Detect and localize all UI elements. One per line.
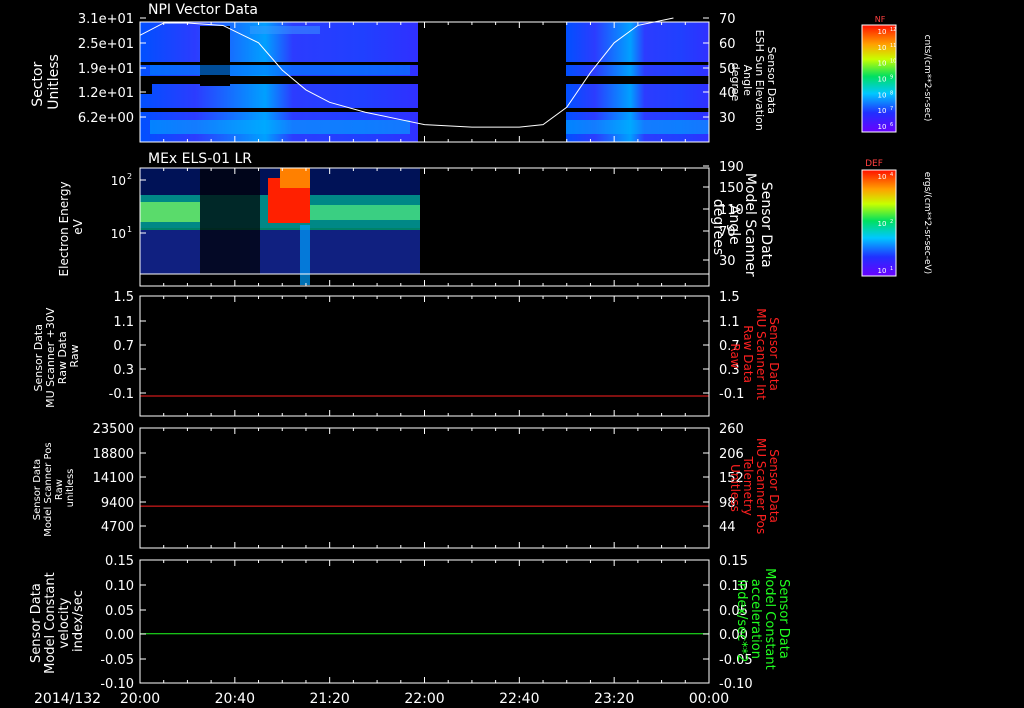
time-tick-label: 22:00 — [404, 691, 444, 707]
colorbar-tick-exponent: 12 — [890, 27, 896, 33]
colorbar-tick-label: 10 — [878, 60, 887, 68]
panel-const-left-label: Sensor Data Model Constant velocity inde… — [29, 568, 86, 674]
colorbar-tick-label: 10 — [878, 44, 887, 52]
time-tick-label: 20:00 — [120, 691, 160, 707]
panel-els-left-label: Electron Energy eV — [57, 178, 85, 277]
right-tick-label: 190 — [719, 160, 744, 175]
left-tick-label: 1.5 — [113, 290, 134, 305]
left-tick-label: 0.05 — [105, 604, 134, 619]
colorbar-tick-label: 10 — [878, 173, 887, 181]
left-tick-label: 1.1 — [113, 315, 134, 330]
left-tick-label: 1.9e+01 — [78, 62, 134, 77]
time-axis: 2014/132 20:00 20:40 21:20 22:00 22:40 23:20 0… — [34, 691, 729, 707]
left-tick-label: 0.10 — [105, 579, 134, 594]
right-tick-label: -0.1 — [719, 387, 744, 402]
left-tick-label: 2.5e+01 — [78, 37, 134, 52]
left-tick-label: 10 — [111, 227, 126, 241]
panel-const: 0.150.100.050.00-0.05-0.100.150.100.050.… — [29, 554, 791, 692]
date-label: 2014/132 — [34, 691, 101, 707]
colorbar-def: DEF 10 410 210 1 ergs/(cm**2-sr-sec-eV) — [861, 159, 932, 277]
colorbar-tick-exponent: 9 — [890, 75, 893, 81]
colorbar-tick-label: 10 — [878, 123, 887, 131]
panel-mu30v-frame — [139, 295, 710, 417]
left-tick-label: 10 — [111, 174, 126, 188]
time-tick-label: 23:20 — [594, 691, 634, 707]
colorbar-tick-label: 10 — [878, 76, 887, 84]
left-tick-label: 9400 — [101, 496, 134, 511]
left-tick-label: -0.05 — [100, 653, 134, 668]
time-tick-label: 20:40 — [215, 691, 255, 707]
colorbar-tick-exponent: 8 — [890, 90, 893, 96]
colorbar-def-title: DEF — [865, 159, 883, 169]
left-tick-exponent: 2 — [127, 172, 132, 181]
time-tick-label: 00:00 — [689, 691, 729, 707]
time-tick-label: 22:40 — [499, 691, 539, 707]
panel-const-right-label: Sensor Data Model Constant acceleration … — [734, 568, 791, 674]
panel-npi-right-label: Sensor Data ESH Sun Elevation Angle degr… — [729, 30, 778, 135]
left-tick-label: 1.2e+01 — [78, 86, 134, 101]
colorbar-tick-label: 10 — [878, 107, 887, 115]
right-tick-label: 206 — [719, 447, 744, 462]
colorbar-tick-exponent: 7 — [890, 106, 893, 112]
right-tick-label: 70 — [719, 12, 736, 27]
panel-npi-left-label: Sector Unitless — [30, 54, 62, 110]
colorbar-tick-exponent: 6 — [890, 122, 893, 128]
colorbar-tick-exponent: 4 — [890, 172, 893, 178]
colorbar-nf-unit: cnts/(cm**2-sr-sec) — [922, 35, 932, 122]
colorbar-nf: NF 10 1210 1110 1010 910 810 710 6 cnts/(cm**2-… — [861, 15, 932, 133]
panel-const-frame — [139, 559, 710, 684]
left-tick-label: 6.2e+00 — [78, 111, 134, 126]
colorbar-tick-label: 10 — [878, 267, 887, 275]
colorbar-tick-label: 10 — [878, 91, 887, 99]
left-tick-label: -0.10 — [100, 677, 134, 692]
plot-canvas: NPI Vector Data 3.1e+01 2.5e+01 1.9e+01 1.2… — [29, 2, 932, 707]
left-tick-label: -0.1 — [109, 387, 134, 402]
panel-scanpos: 235001880014100940047002602061529844 Sen… — [32, 422, 781, 549]
colorbar-tick-exponent: 1 — [890, 266, 893, 272]
panel-els: MEx ELS-01 LR 10 210 11901501107030 Electr… — [57, 151, 774, 287]
colorbar-nf-title: NF — [875, 15, 886, 24]
right-tick-label: 0.15 — [719, 554, 748, 569]
right-tick-label: 1.1 — [719, 315, 740, 330]
panel-npi: NPI Vector Data 3.1e+01 2.5e+01 1.9e+01 1.2… — [30, 2, 778, 143]
els-heatmap — [140, 168, 420, 285]
right-tick-label: 150 — [719, 181, 744, 196]
right-tick-label: 60 — [719, 37, 736, 52]
right-tick-label: 260 — [719, 422, 744, 437]
left-tick-label: 18800 — [93, 447, 134, 462]
time-tick-label: 21:20 — [309, 691, 349, 707]
left-tick-label: 14100 — [93, 471, 134, 486]
left-tick-label: 23500 — [93, 422, 134, 437]
panel-scanpos-frame — [139, 427, 710, 549]
left-tick-label: 4700 — [101, 520, 134, 535]
colorbar-tick-exponent: 2 — [890, 219, 893, 225]
left-tick-label: 0.00 — [105, 628, 134, 643]
left-tick-exponent: 1 — [127, 225, 132, 234]
colorbar-tick-exponent: 10 — [890, 59, 896, 65]
colorbar-tick-label: 10 — [878, 220, 887, 228]
panel-mu30v-left-label: Sensor Data MU Scanner +30V Raw Data Raw — [32, 304, 81, 408]
left-tick-label: 0.7 — [113, 339, 134, 354]
panel-scanpos-left-label: Sensor Data Model Scanner Pos Raw unitle… — [32, 439, 76, 536]
colorbar-def-unit: ergs/(cm**2-sr-sec-eV) — [922, 172, 932, 274]
right-tick-label: 1.5 — [719, 290, 740, 305]
right-tick-label: 30 — [719, 254, 736, 269]
panel-npi-title: NPI Vector Data — [148, 2, 258, 18]
left-tick-label: 0.15 — [105, 554, 134, 569]
colorbar-tick-label: 10 — [878, 28, 887, 36]
colorbar-tick-exponent: 11 — [890, 43, 896, 49]
left-tick-label: 3.1e+01 — [78, 12, 134, 27]
panel-els-title: MEx ELS-01 LR — [148, 151, 252, 167]
panel-mu30v: 1.51.10.70.3-0.11.51.10.70.3-0.1 Sensor … — [32, 290, 781, 417]
right-tick-label: -0.10 — [719, 677, 753, 692]
right-tick-label: 44 — [719, 520, 736, 535]
npi-heatmap — [140, 22, 709, 142]
left-tick-label: 0.3 — [113, 363, 134, 378]
right-tick-label: 30 — [719, 111, 736, 126]
